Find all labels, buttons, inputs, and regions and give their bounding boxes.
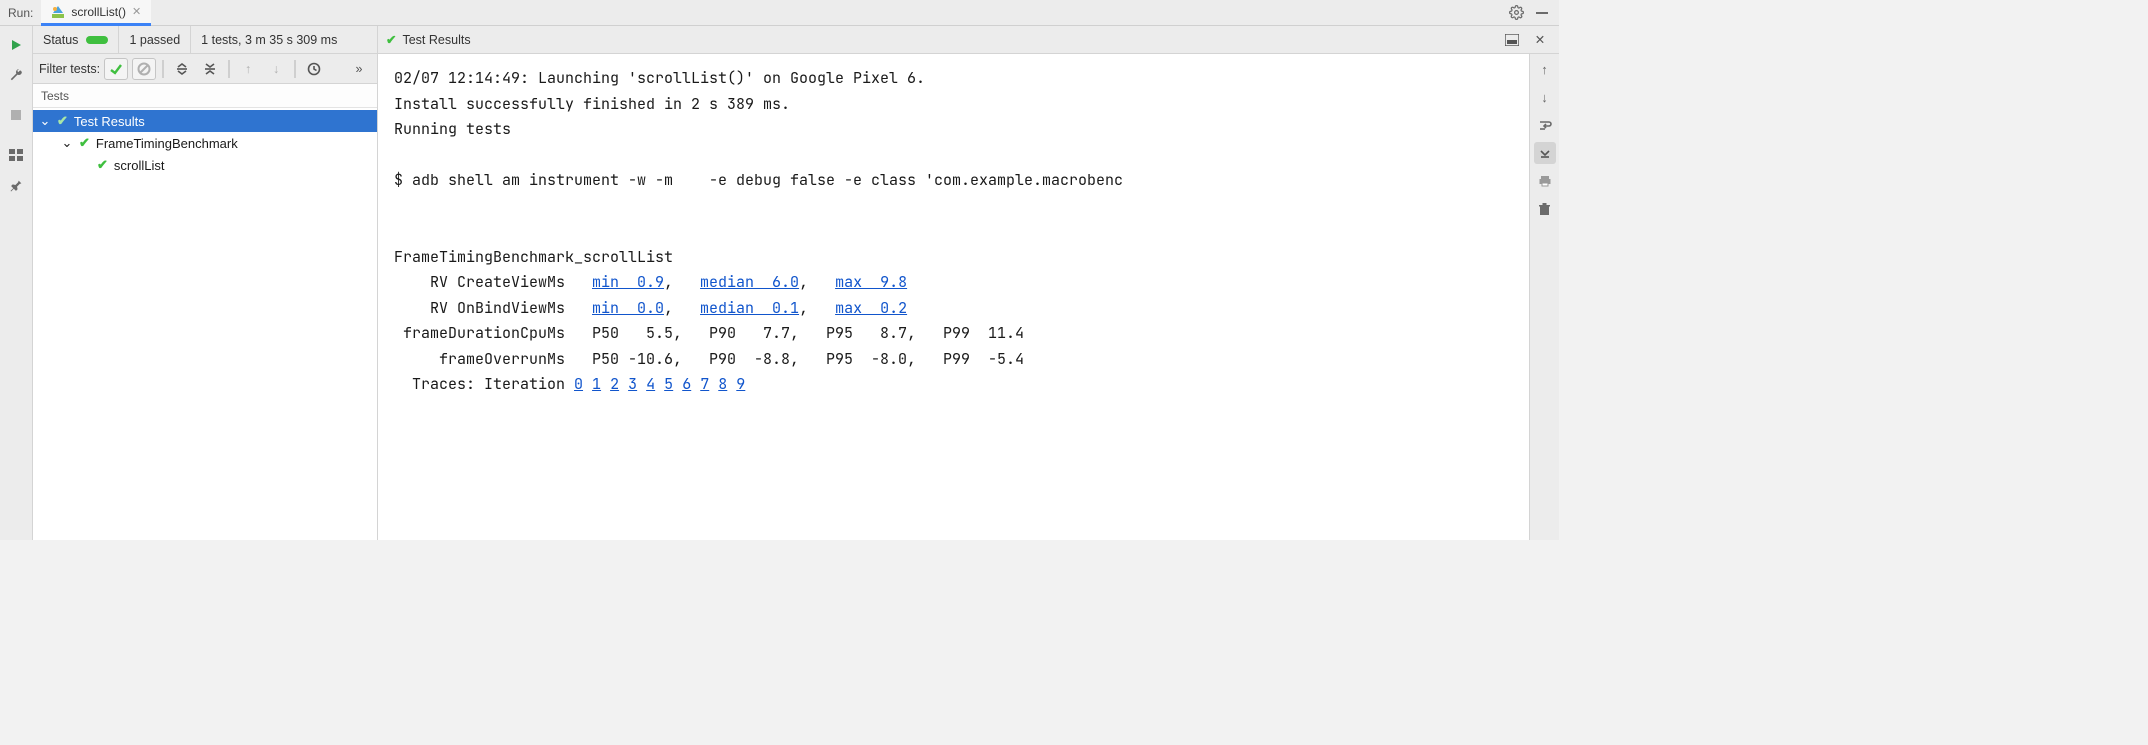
pin-icon[interactable] [3,172,29,198]
check-icon: ✔ [97,157,108,173]
close-icon[interactable]: ✕ [132,5,141,18]
console-line: 02/07 12:14:49: Launching 'scrollList()'… [394,68,925,88]
status-bar: Status 1 passed 1 tests, 3 m 35 s 309 ms [33,26,377,54]
console-output[interactable]: 02/07 12:14:49: Launching 'scrollList()'… [378,54,1529,540]
test-history-button[interactable] [302,58,326,80]
wrench-icon[interactable] [3,62,29,88]
tree-label: scrollList [114,158,165,173]
print-icon[interactable] [1534,170,1556,192]
chevron-down-icon: ⌄ [39,113,51,129]
console-line: Install successfully finished in 2 s 389… [394,94,790,114]
test-config-icon [51,5,65,19]
filter-label: Filter tests: [39,62,100,76]
metric-link-min[interactable]: min 0.9 [592,272,664,292]
console-line: $ adb shell am instrument -w -m -e debug… [394,170,1123,190]
minimize-icon[interactable] [1533,4,1551,22]
next-failed-button[interactable]: ↓ [264,58,288,80]
console-tools: ↑ ↓ [1529,54,1559,540]
trace-link[interactable]: 0 [574,374,583,394]
run-tool-window: Run: scrollList() ✕ [0,0,1559,540]
run-tab-scrolllist[interactable]: scrollList() ✕ [41,0,151,26]
show-passed-toggle[interactable] [104,58,128,80]
status-cell-status: Status [33,26,119,53]
preview-diff-icon[interactable] [1501,29,1523,51]
traces-label: Traces: Iteration [394,374,574,394]
tests-header: Tests [33,84,377,108]
trace-link[interactable]: 4 [646,374,655,394]
scroll-up-icon[interactable]: ↑ [1534,58,1556,80]
metric-link-max[interactable]: max 0.2 [835,298,907,318]
metric-label: RV OnBindViewMs [394,298,592,318]
trace-link[interactable]: 5 [664,374,673,394]
filter-bar: Filter tests: ↑ ↓ » [33,54,377,84]
status-label: Status [43,33,78,47]
console-line: frameDurationCpuMs P50 5.5, P90 7.7, P95… [394,323,1024,343]
chevron-down-icon: ⌄ [61,135,73,151]
layout-icon[interactable] [3,142,29,168]
tab-bar: Run: scrollList() ✕ [0,0,1559,26]
trace-link[interactable]: 9 [736,374,745,394]
rerun-button[interactable] [3,32,29,58]
tree-node-test-results[interactable]: ⌄ ✔ Test Results [33,110,377,132]
scroll-down-icon[interactable]: ↓ [1534,86,1556,108]
trace-link[interactable]: 3 [628,374,637,394]
metric-label: RV CreateViewMs [394,272,592,292]
metric-link-median[interactable]: median 0.1 [700,298,799,318]
tree-label: FrameTimingBenchmark [96,136,238,151]
console-header-title: Test Results [402,33,470,47]
console-line: frameOverrunMs P50 -10.6, P90 -8.8, P95 … [394,349,1024,369]
scroll-to-end-icon[interactable] [1534,142,1556,164]
trace-link[interactable]: 1 [592,374,601,394]
status-cell-passed: 1 passed [119,26,191,53]
status-pill [86,36,108,44]
trace-link[interactable]: 2 [610,374,619,394]
clear-all-icon[interactable] [1534,198,1556,220]
check-icon: ✔ [79,135,90,151]
console-column: ✔ Test Results ✕ 02/07 12:14:49: Launchi… [378,26,1559,540]
run-label: Run: [4,6,41,20]
metric-link-max[interactable]: max 9.8 [835,272,907,292]
traces-links: 0 1 2 3 4 5 6 7 8 9 [574,374,745,394]
left-tools [0,26,33,540]
prev-failed-button[interactable]: ↑ [236,58,260,80]
tests-column: Status 1 passed 1 tests, 3 m 35 s 309 ms… [33,26,378,540]
collapse-all-button[interactable] [198,58,222,80]
tree-label: Test Results [74,114,145,129]
console-line: FrameTimingBenchmark_scrollList [394,247,673,267]
body-row: Status 1 passed 1 tests, 3 m 35 s 309 ms… [0,26,1559,540]
check-icon: ✔ [386,32,396,47]
tab-label: scrollList() [71,5,126,19]
tests-tree[interactable]: ⌄ ✔ Test Results ⌄ ✔ FrameTimingBenchmar… [33,108,377,540]
gear-icon[interactable] [1507,4,1525,22]
close-console-icon[interactable]: ✕ [1529,29,1551,51]
tree-node-test[interactable]: ✔ scrollList [33,154,377,176]
expand-all-button[interactable] [170,58,194,80]
check-icon: ✔ [57,113,68,129]
soft-wrap-icon[interactable] [1534,114,1556,136]
tree-node-class[interactable]: ⌄ ✔ FrameTimingBenchmark [33,132,377,154]
status-cell-summary: 1 tests, 3 m 35 s 309 ms [191,26,347,53]
metric-link-min[interactable]: min 0.0 [592,298,664,318]
trace-link[interactable]: 8 [718,374,727,394]
stop-button[interactable] [3,102,29,128]
metric-link-median[interactable]: median 6.0 [700,272,799,292]
show-ignored-toggle[interactable] [132,58,156,80]
trace-link[interactable]: 7 [700,374,709,394]
more-filter-button[interactable]: » [347,58,371,80]
trace-link[interactable]: 6 [682,374,691,394]
console-header: ✔ Test Results ✕ [378,26,1559,54]
console-line: Running tests [394,119,511,139]
